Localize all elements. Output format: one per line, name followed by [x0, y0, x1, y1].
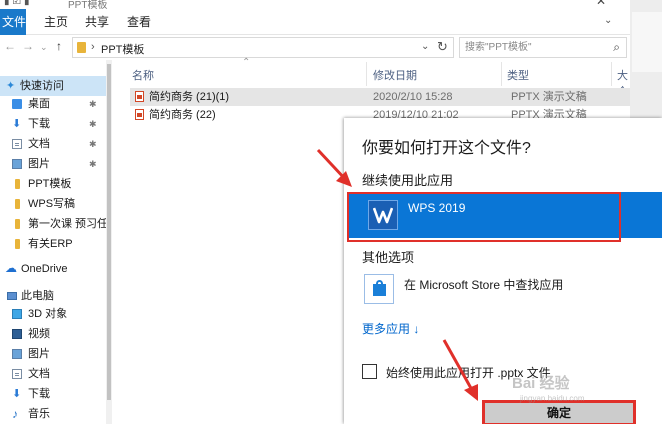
highlight-box	[347, 192, 621, 242]
pptx-file-icon	[135, 91, 144, 102]
file-name: 简约商务 (22)	[149, 109, 216, 121]
forward-arrow-icon[interactable]: →	[22, 39, 34, 53]
column-header-date[interactable]: 修改日期	[373, 67, 417, 83]
watermark: Bai 经验	[512, 375, 570, 392]
pin-icon: ✱	[89, 119, 97, 129]
address-dropdown-icon[interactable]: ⌄	[421, 41, 429, 52]
sort-ascending-icon: ⌃	[242, 57, 251, 68]
store-option-label: 在 Microsoft Store 中查找应用	[404, 278, 564, 292]
tab-home[interactable]: 主页	[44, 9, 68, 35]
file-type: PPTX 演示文稿	[511, 91, 587, 103]
always-use-checkbox[interactable]	[362, 364, 377, 379]
file-name: 简约商务 (21)(1)	[149, 91, 230, 103]
sidebar-item-documents[interactable]: 文档 ✱	[0, 134, 106, 154]
sidebar-item-ppt-templates[interactable]: PPT模板	[0, 174, 106, 194]
sidebar-item-wps-drafts[interactable]: WPS写稿	[0, 194, 106, 214]
folder-icon	[77, 42, 86, 53]
open-with-dialog: 你要如何打开这个文件? 继续使用此应用 WPS 2019 其他选项 在 Micr…	[344, 118, 662, 424]
background-image	[632, 12, 662, 72]
desktop-icon	[12, 99, 22, 109]
sidebar-item-this-pc[interactable]: 此电脑	[0, 286, 106, 306]
sidebar-item-first-lesson[interactable]: 第一次课 预习任	[0, 214, 108, 234]
store-bag-icon	[364, 274, 394, 304]
sidebar-scrollbar[interactable]	[106, 60, 112, 424]
sidebar-item-downloads-pc[interactable]: ⬇ 下载	[0, 384, 106, 404]
watermark-url: jingyan.baidu.com	[520, 394, 585, 403]
documents-icon	[12, 369, 22, 379]
sidebar-item-pictures[interactable]: 图片 ✱	[0, 154, 106, 174]
tab-view[interactable]: 查看	[127, 9, 151, 35]
app-option-store[interactable]: 在 Microsoft Store 中查找应用	[344, 268, 662, 310]
music-icon: ♪	[12, 407, 18, 421]
close-window-icon[interactable]: ✕	[596, 0, 606, 8]
folder-icon	[15, 219, 20, 229]
computer-icon	[7, 292, 17, 300]
navigation-bar: ← → ⌄ ↑ › PPT模板 ⌄ ↻ ⌕	[0, 35, 630, 60]
download-icon: ⬇	[12, 388, 22, 400]
column-header-type[interactable]: 类型	[507, 67, 529, 83]
file-row[interactable]: 简约商务 (21)(1) 2020/2/10 15:28 PPTX 演示文稿	[130, 88, 630, 106]
sidebar-item-videos[interactable]: 视频	[0, 324, 106, 344]
more-apps-link[interactable]: 更多应用 ↓	[362, 320, 419, 337]
documents-icon	[12, 139, 22, 149]
sidebar-item-music[interactable]: ♪ 音乐	[0, 404, 106, 424]
pin-icon: ✱	[89, 99, 97, 109]
back-arrow-icon[interactable]: ←	[4, 39, 16, 53]
column-divider[interactable]	[501, 62, 502, 86]
window-title: PPT模板	[68, 0, 108, 9]
star-icon: ✦	[6, 80, 16, 92]
pin-icon: ✱	[89, 139, 97, 149]
tab-share[interactable]: 共享	[85, 9, 109, 35]
breadcrumb-separator-icon: ›	[91, 41, 95, 53]
address-bar[interactable]: › PPT模板 ⌄ ↻	[72, 37, 454, 58]
file-date: 2020/2/10 15:28	[373, 91, 453, 103]
sidebar-item-pictures-pc[interactable]: 图片	[0, 344, 106, 364]
other-options-heading: 其他选项	[362, 250, 415, 265]
breadcrumb-current[interactable]: PPT模板	[101, 41, 144, 57]
keep-using-heading: 继续使用此应用	[362, 173, 454, 188]
ok-button[interactable]: 确定	[482, 400, 636, 424]
scrollbar-thumb[interactable]	[107, 64, 111, 400]
search-box[interactable]: ⌕	[459, 37, 627, 58]
column-divider[interactable]	[366, 62, 367, 86]
sidebar-item-documents-pc[interactable]: 文档	[0, 364, 106, 384]
sidebar-item-onedrive[interactable]: ☁ OneDrive	[0, 259, 106, 279]
folder-icon	[15, 199, 20, 209]
pictures-icon	[12, 159, 22, 169]
search-icon[interactable]: ⌕	[613, 40, 620, 55]
tab-file[interactable]: 文件	[0, 9, 26, 35]
sidebar-item-desktop[interactable]: 桌面 ✱	[0, 94, 106, 114]
navigation-pane: ✦ 快速访问 桌面 ✱ ⬇ 下载 ✱ 文档 ✱ 图片 ✱ PPT模板 WPS写稿…	[0, 60, 112, 424]
sidebar-item-3d-objects[interactable]: 3D 对象	[0, 304, 106, 324]
refresh-icon[interactable]: ↻	[437, 39, 448, 55]
quick-access-toolbar[interactable]: ▮ ☑ ▮ ⁼	[4, 0, 38, 7]
sidebar-item-quick-access[interactable]: ✦ 快速访问	[0, 76, 106, 96]
pictures-icon	[12, 349, 22, 359]
ribbon-expand-icon[interactable]: ⌄	[604, 15, 612, 26]
column-divider[interactable]	[611, 62, 612, 86]
title-bar: ▮ ☑ ▮ ⁼ PPT模板 ✕	[0, 0, 662, 9]
dialog-title: 你要如何打开这个文件?	[362, 140, 531, 157]
cloud-icon: ☁	[5, 261, 17, 275]
sidebar-item-downloads[interactable]: ⬇ 下载 ✱	[0, 114, 106, 134]
folder-icon	[15, 239, 20, 249]
up-arrow-icon[interactable]: ↑	[56, 39, 62, 53]
pin-icon: ✱	[89, 159, 97, 169]
download-icon: ⬇	[12, 118, 22, 130]
recent-locations-icon[interactable]: ⌄	[40, 42, 48, 53]
search-input[interactable]	[460, 38, 600, 57]
column-header-name[interactable]: 名称	[132, 67, 154, 83]
video-icon	[12, 329, 22, 339]
cube-icon	[12, 309, 22, 319]
sidebar-item-erp[interactable]: 有关ERP	[0, 234, 106, 254]
ribbon: 文件 主页 共享 查看 ⌄	[0, 9, 630, 35]
pptx-file-icon	[135, 109, 144, 120]
folder-icon	[15, 179, 20, 189]
